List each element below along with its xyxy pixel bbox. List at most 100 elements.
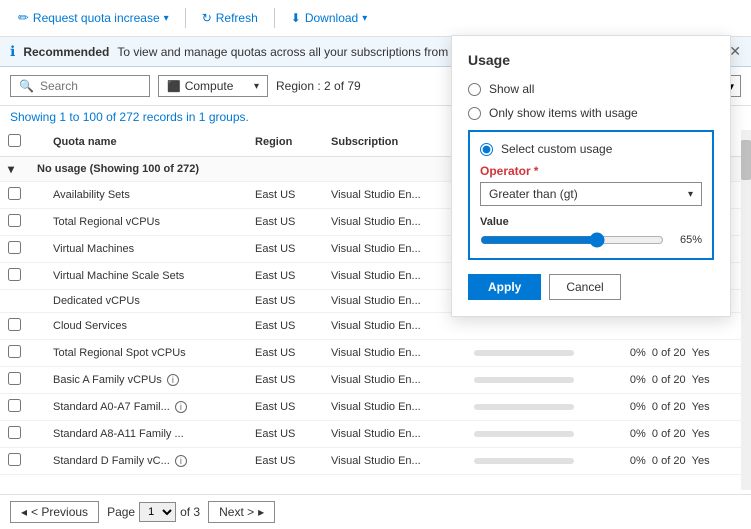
download-chevron-icon: ▾ bbox=[362, 13, 367, 24]
row-indent bbox=[29, 263, 45, 290]
row-checkbox-cell bbox=[0, 263, 29, 290]
only-show-option[interactable]: Only show items with usage bbox=[468, 106, 714, 120]
row-checkbox-cell bbox=[0, 340, 29, 367]
row-region: East US bbox=[247, 182, 323, 209]
pagination-bar: ◂ < Previous Page 1 2 3 of 3 Next > ▸ bbox=[0, 494, 751, 529]
row-subscription: Visual Studio En... bbox=[323, 394, 466, 421]
showing-text: Showing 1 to 100 of bbox=[10, 110, 119, 124]
download-button[interactable]: ⬇ Download ▾ bbox=[283, 7, 375, 29]
refresh-icon: ↻ bbox=[202, 11, 212, 25]
row-quota-name: Virtual Machine Scale Sets bbox=[45, 263, 247, 290]
show-all-label: Show all bbox=[489, 82, 534, 96]
select-custom-option[interactable]: Select custom usage bbox=[480, 142, 702, 156]
operator-label: Operator * bbox=[480, 164, 702, 178]
row-checkbox-cell bbox=[0, 448, 29, 475]
info-icon[interactable]: i bbox=[175, 401, 187, 413]
row-checkbox-cell bbox=[0, 236, 29, 263]
request-chevron-icon: ▾ bbox=[164, 13, 169, 24]
separator-2 bbox=[274, 8, 275, 28]
show-all-radio[interactable] bbox=[468, 83, 481, 96]
compute-dropdown[interactable]: ⬛ Compute ▾ bbox=[158, 75, 268, 97]
cancel-button[interactable]: Cancel bbox=[549, 274, 620, 300]
row-bar bbox=[466, 448, 622, 475]
row-indent bbox=[29, 340, 45, 367]
row-pct: 0% 0 of 20 Yes bbox=[622, 340, 751, 367]
chevron-down-icon: ▾ bbox=[688, 189, 693, 200]
row-checkbox-cell bbox=[0, 394, 29, 421]
groups-text: in 1 groups. bbox=[183, 110, 249, 124]
apply-button[interactable]: Apply bbox=[468, 274, 541, 300]
scrollbar-track[interactable] bbox=[741, 130, 751, 490]
table-row: Standard A0-A7 Famil... i East US Visual… bbox=[0, 394, 751, 421]
row-region: East US bbox=[247, 313, 323, 340]
row-pct: 0% 0 of 20 Yes bbox=[622, 367, 751, 394]
col-subscription[interactable]: Subscription bbox=[323, 128, 466, 157]
row-checkbox[interactable] bbox=[8, 268, 21, 281]
request-quota-button[interactable]: ✏ Request quota increase ▾ bbox=[10, 6, 177, 30]
row-subscription: Visual Studio En... bbox=[323, 182, 466, 209]
col-quota-name[interactable]: Quota name bbox=[45, 128, 247, 157]
info-icon[interactable]: i bbox=[175, 455, 187, 467]
row-checkbox[interactable] bbox=[8, 241, 21, 254]
select-custom-radio[interactable] bbox=[480, 143, 493, 156]
search-box[interactable]: 🔍 bbox=[10, 75, 150, 97]
next-button[interactable]: Next > ▸ bbox=[208, 501, 275, 523]
row-checkbox[interactable] bbox=[8, 318, 21, 331]
row-indent bbox=[29, 290, 45, 313]
search-input[interactable] bbox=[40, 79, 141, 93]
row-quota-name: Total Regional vCPUs bbox=[45, 209, 247, 236]
download-icon: ⬇ bbox=[291, 11, 301, 25]
chevron-down-icon: ▾ bbox=[8, 162, 14, 176]
info-icon: ℹ bbox=[10, 43, 15, 60]
page-select: Page 1 2 3 of 3 bbox=[107, 502, 200, 522]
refresh-button[interactable]: ↻ Refresh bbox=[194, 7, 266, 29]
prev-chevron-icon: ◂ bbox=[21, 505, 27, 519]
col-checkbox bbox=[0, 128, 29, 157]
row-indent bbox=[29, 209, 45, 236]
row-quota-name: Standard D Family vC... i bbox=[45, 448, 247, 475]
usage-panel: Usage Show all Only show items with usag… bbox=[451, 35, 731, 317]
row-checkbox-cell bbox=[0, 367, 29, 394]
row-subscription: Visual Studio En... bbox=[323, 367, 466, 394]
row-subscription: Visual Studio En... bbox=[323, 290, 466, 313]
row-region: East US bbox=[247, 236, 323, 263]
region-label: Region : 2 of 79 bbox=[276, 79, 361, 93]
usage-slider[interactable] bbox=[480, 232, 664, 248]
row-quota-name: Standard A0-A7 Famil... i bbox=[45, 394, 247, 421]
row-checkbox[interactable] bbox=[8, 453, 21, 466]
info-icon[interactable]: i bbox=[167, 374, 179, 386]
row-checkbox-cell bbox=[0, 421, 29, 448]
row-subscription: Visual Studio En... bbox=[323, 263, 466, 290]
group-expand-cell: ▾ bbox=[0, 157, 29, 182]
next-label: Next > bbox=[219, 505, 254, 519]
col-expand bbox=[29, 128, 45, 157]
row-indent bbox=[29, 313, 45, 340]
col-region[interactable]: Region bbox=[247, 128, 323, 157]
select-all-checkbox[interactable] bbox=[8, 134, 21, 147]
row-checkbox[interactable] bbox=[8, 187, 21, 200]
row-checkbox[interactable] bbox=[8, 214, 21, 227]
slider-value: 65% bbox=[672, 234, 702, 246]
slider-row: 65% bbox=[480, 232, 702, 248]
previous-button[interactable]: ◂ < Previous bbox=[10, 501, 99, 523]
row-pct: 0% 0 of 20 Yes bbox=[622, 394, 751, 421]
table-row: Total Regional Spot vCPUs East US Visual… bbox=[0, 340, 751, 367]
info-bar-close-button[interactable]: ✕ bbox=[729, 43, 741, 60]
table-row: Standard A8-A11 Family ... East US Visua… bbox=[0, 421, 751, 448]
page-number-select[interactable]: 1 2 3 bbox=[139, 502, 176, 522]
row-checkbox[interactable] bbox=[8, 426, 21, 439]
previous-label: < Previous bbox=[31, 505, 88, 519]
usage-panel-title: Usage bbox=[468, 52, 714, 68]
row-indent bbox=[29, 394, 45, 421]
value-label: Value bbox=[480, 216, 702, 228]
row-checkbox[interactable] bbox=[8, 372, 21, 385]
separator-1 bbox=[185, 8, 186, 28]
of-label: of 3 bbox=[180, 505, 200, 519]
row-checkbox[interactable] bbox=[8, 345, 21, 358]
operator-dropdown[interactable]: Greater than (gt) ▾ bbox=[480, 182, 702, 206]
only-show-radio[interactable] bbox=[468, 107, 481, 120]
compute-chevron-icon: ▾ bbox=[254, 81, 259, 92]
scrollbar-thumb[interactable] bbox=[741, 140, 751, 180]
show-all-option[interactable]: Show all bbox=[468, 82, 714, 96]
row-checkbox[interactable] bbox=[8, 399, 21, 412]
